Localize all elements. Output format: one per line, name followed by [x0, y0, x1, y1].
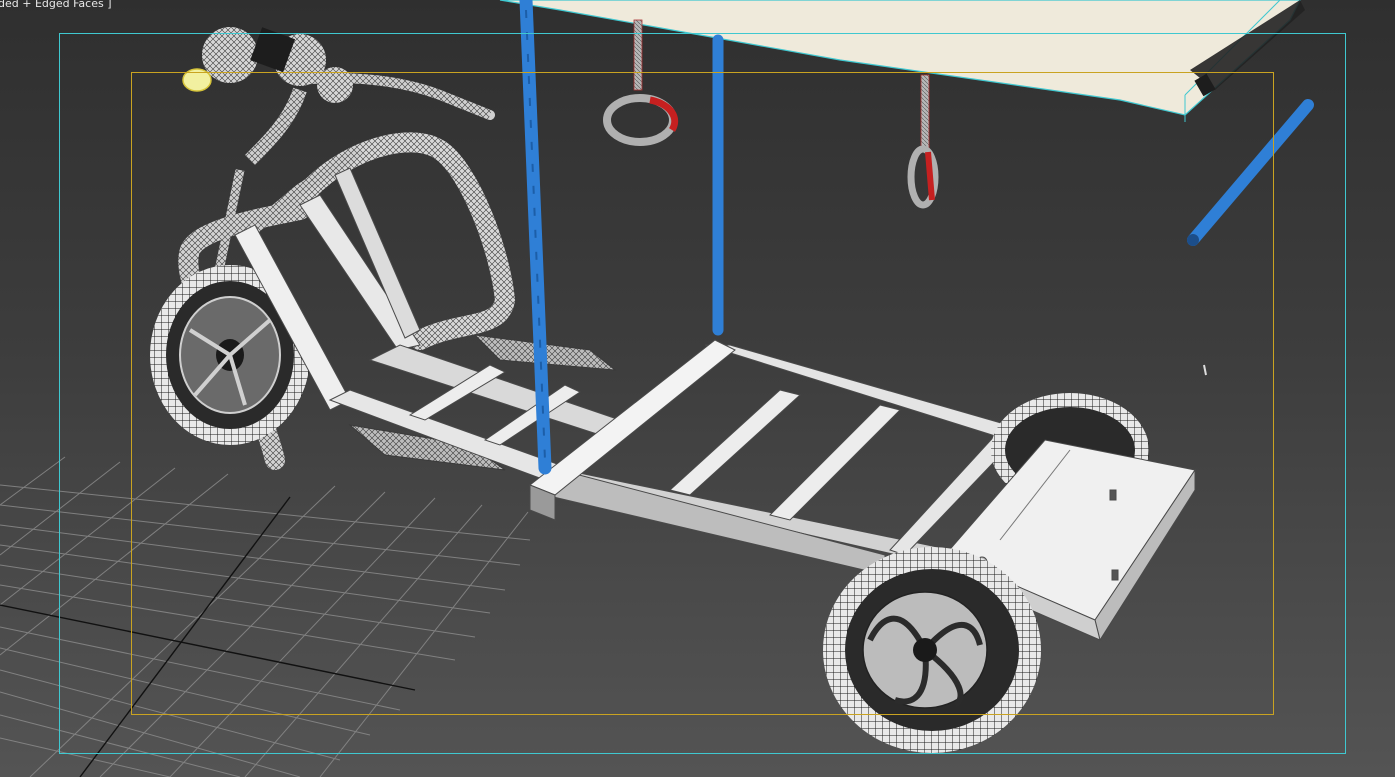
- hand-ring-right[interactable]: [907, 74, 939, 209]
- light-gizmo[interactable]: [182, 68, 212, 92]
- pole-detached[interactable]: [1187, 99, 1314, 246]
- stray-fragment: [1203, 364, 1207, 376]
- scene-canvas[interactable]: [0, 0, 1395, 777]
- viewport-shading-label[interactable]: ded + Edged Faces ]: [0, 0, 112, 11]
- home-grid: [0, 456, 531, 777]
- hand-ring-left[interactable]: [603, 19, 679, 146]
- perspective-viewport[interactable]: ded + Edged Faces ]: [0, 0, 1395, 777]
- chassis[interactable]: [234, 167, 1062, 576]
- back-wheel[interactable]: [823, 547, 1041, 753]
